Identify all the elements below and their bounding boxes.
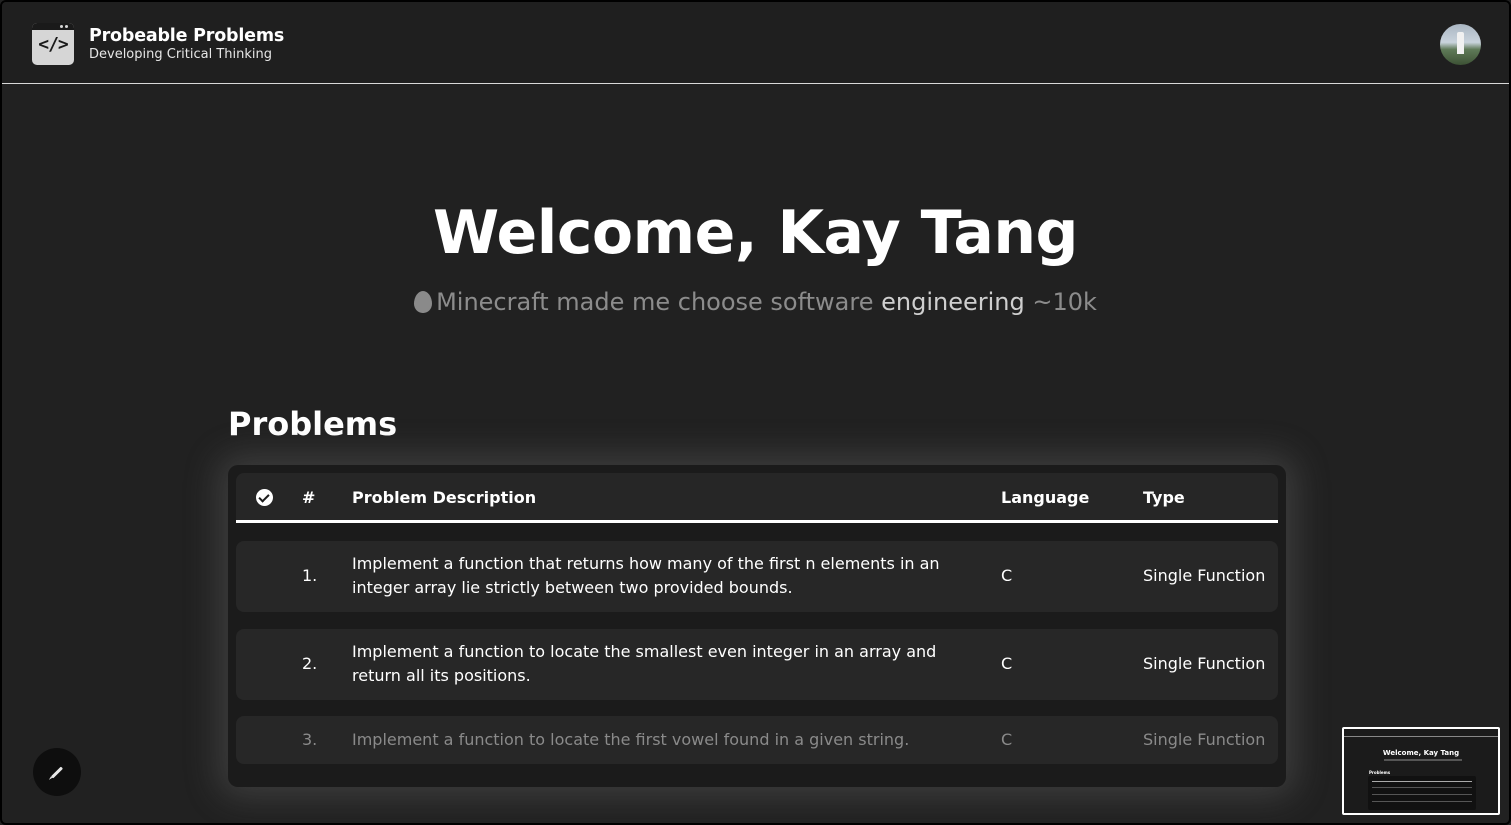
app-subtitle: Developing Critical Thinking — [89, 47, 273, 62]
problems-heading: Problems — [228, 405, 398, 443]
problem-description: Implement a function to locate the first… — [352, 730, 910, 749]
minimap-header — [1344, 729, 1498, 737]
problem-description: Implement a function to locate the small… — [352, 640, 952, 688]
user-tagline: Minecraft made me choose software engine… — [2, 288, 1509, 316]
logo-dot — [65, 25, 68, 28]
minimap-problems-heading: Problems — [1369, 770, 1391, 775]
table-row[interactable]: 2. Implement a function to locate the sm… — [236, 629, 1278, 700]
app-title[interactable]: Probeable Problems — [89, 26, 284, 46]
logo-dot — [60, 25, 63, 28]
tagline-end: ~10k — [1024, 288, 1097, 316]
description-line: return all its positions. — [352, 666, 531, 685]
table-row[interactable]: 3. Implement a function to locate the fi… — [236, 716, 1278, 764]
problem-number: 3. — [302, 730, 318, 749]
minimap-line — [1372, 794, 1472, 795]
app-window: </> Probeable Problems Developing Critic… — [0, 0, 1511, 825]
problems-table: # Problem Description Language Type 1. I… — [228, 465, 1286, 787]
problem-language: C — [1001, 730, 1013, 749]
problem-language: C — [1001, 566, 1013, 585]
top-bar: </> Probeable Problems Developing Critic… — [2, 2, 1509, 84]
table-header: # Problem Description Language Type — [236, 473, 1278, 523]
minimap-title: Welcome, Kay Tang — [1382, 749, 1460, 757]
column-description: Problem Description — [352, 488, 537, 507]
problem-description: Implement a function that returns how ma… — [352, 552, 952, 600]
code-brackets-glyph: </> — [38, 34, 69, 55]
minimap-line — [1372, 781, 1472, 782]
minimap-tagline — [1384, 759, 1462, 761]
tagline-start: Minecraft made me choose software — [436, 288, 882, 316]
check-circle-icon — [256, 489, 273, 506]
tagline-highlight: engineering — [881, 288, 1025, 316]
problem-type: Single Function — [1143, 654, 1266, 673]
table-row[interactable]: 1. Implement a function that returns how… — [236, 541, 1278, 612]
description-line: Implement a function to locate the small… — [352, 642, 937, 661]
minimap-line — [1372, 801, 1472, 802]
description-line: Implement a function that returns how ma… — [352, 554, 940, 573]
code-window-icon[interactable]: </> — [32, 23, 74, 65]
column-number: # — [302, 488, 316, 507]
logo-titlebar — [32, 23, 74, 30]
problem-number: 1. — [302, 566, 318, 585]
edit-button[interactable] — [33, 748, 81, 796]
problem-language: C — [1001, 654, 1013, 673]
pencil-icon — [50, 766, 64, 779]
egg-icon — [414, 291, 433, 313]
avatar[interactable] — [1440, 24, 1481, 65]
minimap-line — [1372, 787, 1472, 788]
column-type: Type — [1143, 488, 1185, 507]
welcome-heading: Welcome, Kay Tang — [433, 198, 1078, 268]
column-language: Language — [1001, 488, 1090, 507]
avatar-image — [1457, 32, 1464, 54]
description-line: integer array lie strictly between two p… — [352, 578, 793, 597]
page-minimap[interactable]: Welcome, Kay Tang Problems — [1342, 727, 1500, 815]
minimap-table — [1368, 776, 1476, 810]
problem-number: 2. — [302, 654, 318, 673]
problem-type: Single Function — [1143, 730, 1266, 749]
problem-type: Single Function — [1143, 566, 1266, 585]
